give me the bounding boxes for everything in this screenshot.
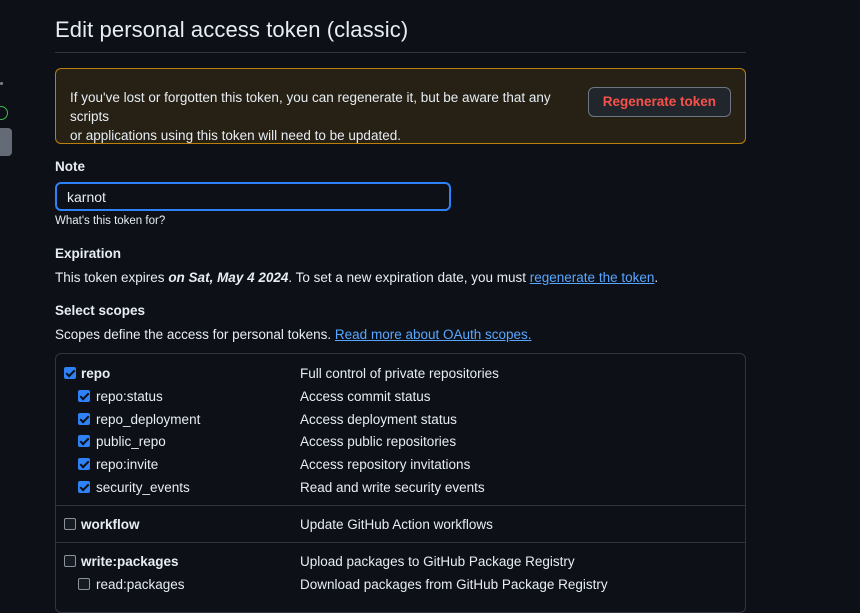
scope-checkbox-security-events[interactable] xyxy=(78,481,90,493)
scope-checkbox-write-packages[interactable] xyxy=(64,555,76,567)
scope-checkbox-public-repo[interactable] xyxy=(78,435,90,447)
scope-group-repo: repo Full control of private repositorie… xyxy=(56,354,745,505)
scope-group-write-packages: write:packages Upload packages to GitHub… xyxy=(56,542,745,613)
scopes-description: Scopes define the access for personal to… xyxy=(55,327,532,342)
scope-group-workflow: workflow Update GitHub Action workflows xyxy=(56,505,745,543)
note-input[interactable] xyxy=(55,182,451,211)
scope-row-workflow[interactable]: workflow Update GitHub Action workflows xyxy=(56,514,745,536)
scope-row-repo-deployment[interactable]: repo_deployment Access deployment status xyxy=(56,409,745,431)
scope-row-repo-status[interactable]: repo:status Access commit status xyxy=(56,386,745,408)
status-check-icon xyxy=(0,106,8,120)
scope-checkbox-repo-status[interactable] xyxy=(78,390,90,402)
regenerate-warning-flash: If you've lost or forgotten this token, … xyxy=(55,68,746,144)
page-title: Edit personal access token (classic) xyxy=(55,17,409,42)
scopes-label: Select scopes xyxy=(55,303,146,318)
scope-checkbox-workflow[interactable] xyxy=(64,518,76,530)
scope-row-repo[interactable]: repo Full control of private repositorie… xyxy=(56,363,745,385)
scope-row-read-packages[interactable]: read:packages Download packages from Git… xyxy=(56,574,745,596)
note-label: Note xyxy=(55,159,85,174)
scope-checkbox-read-packages[interactable] xyxy=(78,578,90,590)
note-hint: What's this token for? xyxy=(55,215,166,227)
sidebar-scroll-tab[interactable] xyxy=(0,128,12,156)
expiration-date: on Sat, May 4 2024 xyxy=(168,270,289,285)
scope-row-public-repo[interactable]: public_repo Access public repositories xyxy=(56,431,745,453)
scope-checkbox-repo-invite[interactable] xyxy=(78,458,90,470)
title-divider xyxy=(55,52,746,53)
scope-checkbox-repo[interactable] xyxy=(64,367,76,379)
scope-row-repo-invite[interactable]: repo:invite Access repository invitation… xyxy=(56,454,745,476)
scope-checkbox-repo-deployment[interactable] xyxy=(78,413,90,425)
scopes-list: repo Full control of private repositorie… xyxy=(55,353,746,613)
sidebar-indicator-dot xyxy=(0,82,3,85)
warning-message: If you've lost or forgotten this token, … xyxy=(70,90,551,143)
scope-row-security-events[interactable]: security_events Read and write security … xyxy=(56,477,745,499)
expiration-label: Expiration xyxy=(55,246,122,261)
regenerate-token-link[interactable]: regenerate the token xyxy=(530,270,655,285)
regenerate-token-button[interactable]: Regenerate token xyxy=(587,87,731,117)
expiration-text: This token expires on Sat, May 4 2024. T… xyxy=(55,270,659,285)
scope-row-write-packages[interactable]: write:packages Upload packages to GitHub… xyxy=(56,551,745,573)
oauth-scopes-link[interactable]: Read more about OAuth scopes. xyxy=(335,327,532,342)
